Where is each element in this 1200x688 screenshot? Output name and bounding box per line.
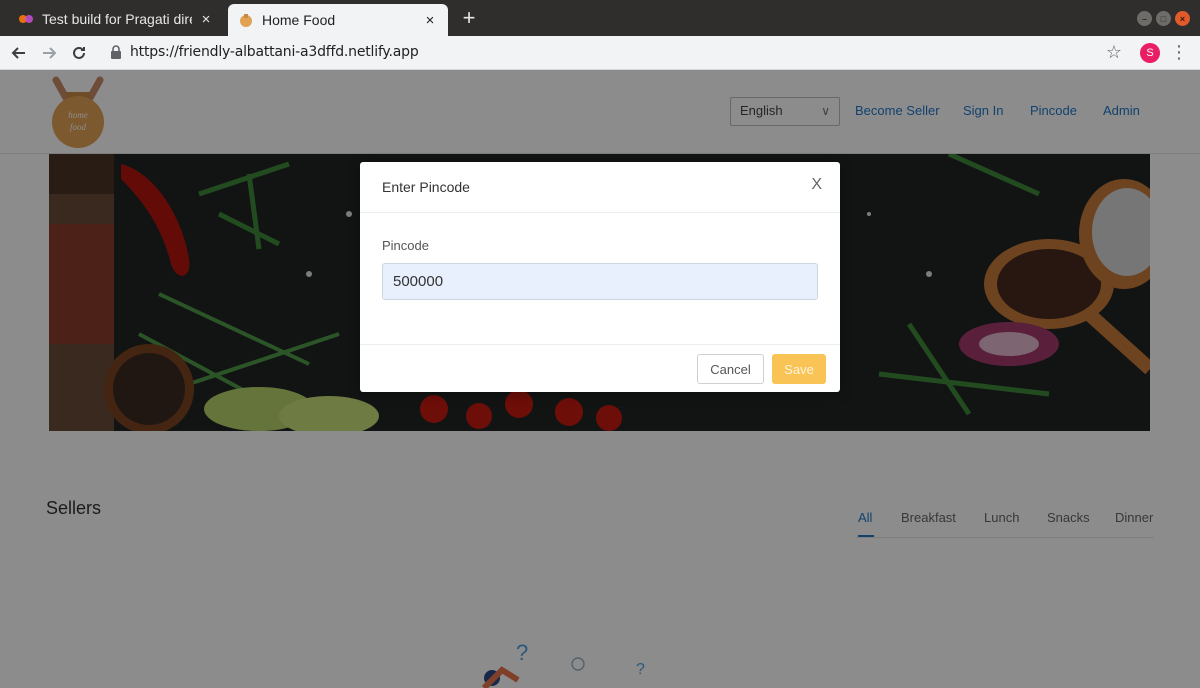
profile-avatar[interactable]: S [1140,43,1160,63]
modal-footer-divider [360,344,840,345]
cancel-button[interactable]: Cancel [697,354,764,384]
modal-header-divider [360,212,840,213]
new-tab-button[interactable]: + [458,7,480,29]
pincode-label: Pincode [382,238,429,253]
forward-button[interactable] [36,40,62,66]
browser-tab-title: Home Food [262,12,336,28]
reload-icon [73,46,85,59]
browser-toolbar: https://friendly-albattani-a3dffd.netlif… [0,36,1200,70]
close-window-button[interactable]: × [1175,11,1190,26]
browser-tab-test-build[interactable]: Test build for Pragati dire × [8,4,224,34]
home-food-favicon-icon [240,14,252,27]
modal-title: Enter Pincode [382,179,470,195]
close-tab-icon[interactable]: × [198,11,214,28]
browser-tabstrip: Test build for Pragati dire × Home Food … [0,0,1200,36]
forward-arrow-icon [43,47,57,59]
pincode-input[interactable] [382,263,818,300]
close-tab-icon[interactable]: × [422,12,438,29]
close-icon[interactable]: X [811,176,822,194]
back-arrow-icon [11,47,25,59]
minimize-window-button[interactable]: – [1137,11,1152,26]
lock-icon [111,45,121,59]
maximize-window-button[interactable]: □ [1156,11,1171,26]
browser-tab-title: Test build for Pragati dire [42,11,192,27]
save-button[interactable]: Save [772,354,826,384]
browser-tab-home-food[interactable]: Home Food × [228,4,448,36]
pincode-modal: Enter Pincode X Pincode Cancel Save [360,162,840,392]
window-controls: – □ × [1137,11,1190,26]
colab-icon [19,15,33,23]
back-button[interactable] [6,40,32,66]
reload-button[interactable] [66,40,92,66]
address-bar[interactable]: https://friendly-albattani-a3dffd.netlif… [130,44,419,60]
browser-menu-icon[interactable]: ⋮ [1170,41,1188,63]
bookmark-star-icon[interactable]: ☆ [1106,42,1122,63]
